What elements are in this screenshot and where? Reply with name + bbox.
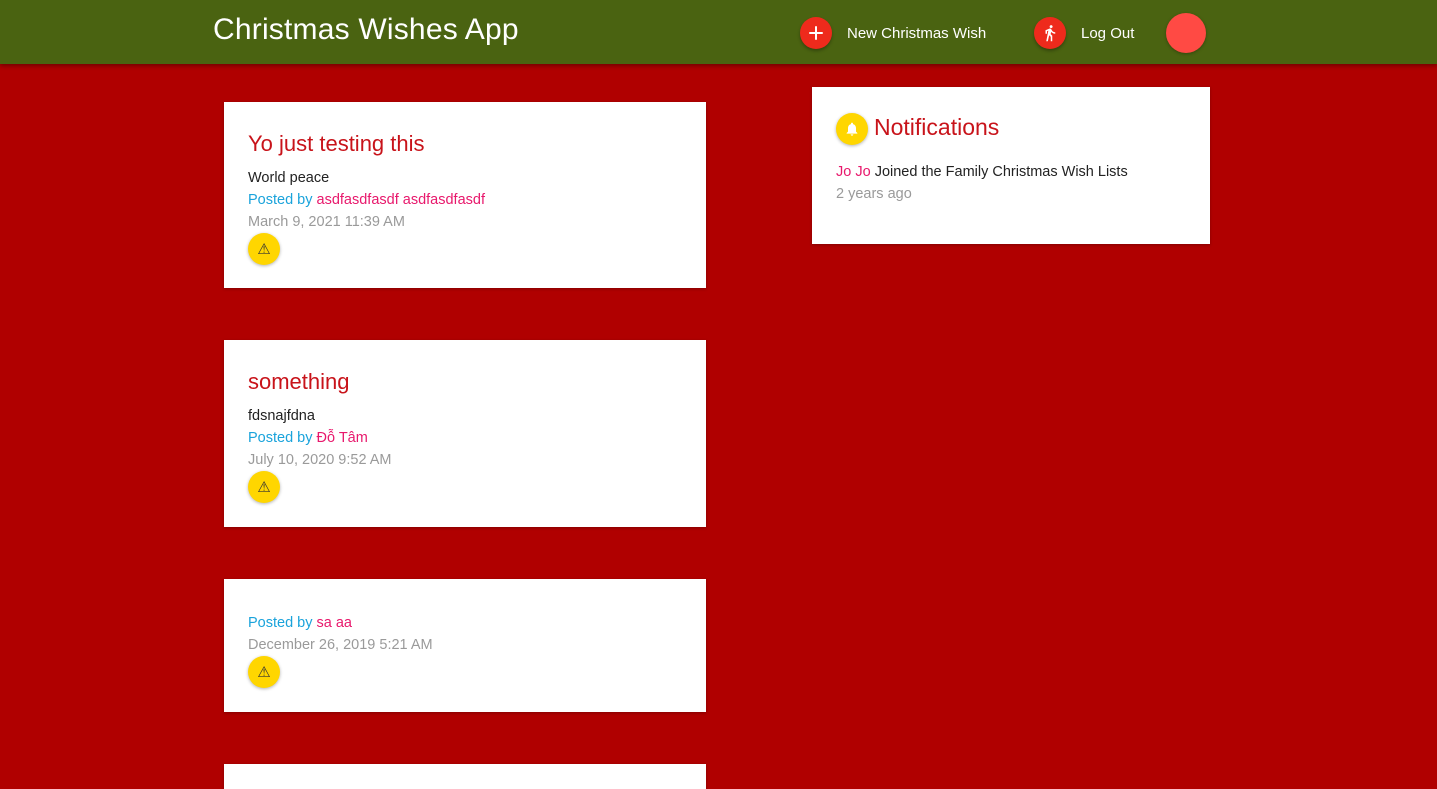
bell-icon <box>836 113 868 145</box>
log-out-button[interactable]: Log Out <box>1034 17 1134 49</box>
app-title[interactable]: Christmas Wishes App <box>213 13 519 47</box>
posted-by-prefix: Posted by <box>248 615 317 631</box>
wish-card: Yo just testing this World peace Posted … <box>224 102 706 288</box>
author-link[interactable]: asdfasdfasdf asdfasdfasdf <box>317 192 485 208</box>
wish-description: World peace <box>248 170 330 186</box>
report-wish-button[interactable]: ⚠ <box>248 656 280 688</box>
author-link[interactable]: sa aa <box>317 615 352 631</box>
new-wish-button[interactable]: New Christmas Wish <box>800 17 986 49</box>
wish-description: fdsnajfdna <box>248 408 315 424</box>
wish-card: something fdsnajfdna Posted by Đỗ Tâm Ju… <box>224 340 706 527</box>
posted-by-prefix: Posted by <box>248 430 317 446</box>
plus-icon <box>800 17 832 49</box>
notification-user-link[interactable]: Jo Jo <box>836 164 871 180</box>
warning-icon: ⚠ <box>257 478 271 496</box>
top-app-bar: Christmas Wishes App New Christmas Wish … <box>0 0 1437 64</box>
wish-title: Yo just testing this <box>248 131 425 156</box>
warning-icon: ⚠ <box>257 663 271 681</box>
posted-by-prefix: Posted by <box>248 192 317 208</box>
notifications-card: Notifications Jo Jo Joined the Family Ch… <box>812 87 1210 244</box>
new-wish-label: New Christmas Wish <box>847 24 987 42</box>
posted-by-line: Posted by asdfasdfasdf asdfasdfasdf <box>248 192 485 208</box>
notification-time: 2 years ago <box>836 186 912 202</box>
notification-item: Jo Jo Joined the Family Christmas Wish L… <box>836 164 1128 180</box>
running-person-icon <box>1034 17 1066 49</box>
wish-card <box>224 764 706 789</box>
page-background <box>0 0 1437 789</box>
posted-by-line: Posted by Đỗ Tâm <box>248 430 368 446</box>
avatar[interactable] <box>1166 13 1206 53</box>
log-out-label: Log Out <box>1081 24 1135 42</box>
author-link[interactable]: Đỗ Tâm <box>317 430 368 446</box>
notification-text: Joined the Family Christmas Wish Lists <box>870 164 1128 180</box>
posted-by-line: Posted by sa aa <box>248 615 352 631</box>
wish-date: December 26, 2019 5:21 AM <box>248 637 433 653</box>
warning-icon: ⚠ <box>257 240 271 258</box>
notifications-heading: Notifications <box>874 114 1000 140</box>
report-wish-button[interactable]: ⚠ <box>248 233 280 265</box>
wish-date: July 10, 2020 9:52 AM <box>248 452 392 468</box>
wish-title: something <box>248 369 350 394</box>
report-wish-button[interactable]: ⚠ <box>248 471 280 503</box>
wish-date: March 9, 2021 11:39 AM <box>248 214 405 230</box>
wish-card: Posted by sa aa December 26, 2019 5:21 A… <box>224 579 706 712</box>
